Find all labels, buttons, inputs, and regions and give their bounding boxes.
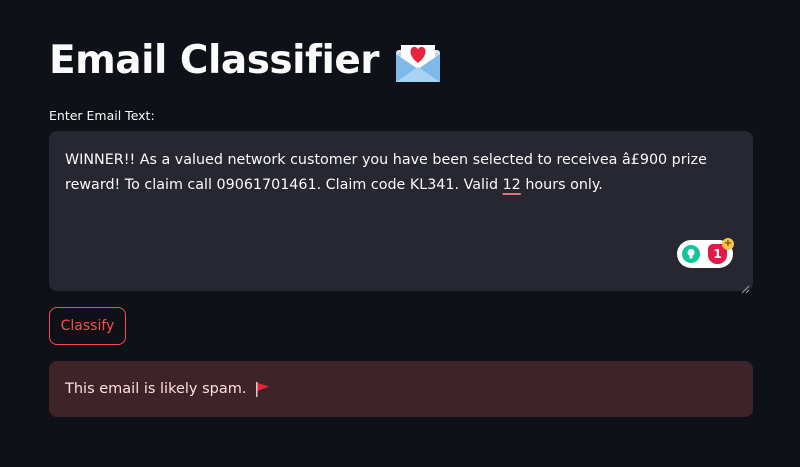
- resize-handle-icon[interactable]: [741, 279, 750, 294]
- grammarly-widget[interactable]: 1 +: [677, 238, 734, 268]
- result-alert: This email is likely spam.: [49, 361, 753, 417]
- result-message: This email is likely spam.: [65, 381, 247, 397]
- email-text-area[interactable]: WINNER!! As a valued network customer yo…: [49, 131, 753, 294]
- grammarly-count-value: 1: [713, 247, 722, 261]
- red-flag-icon: [254, 381, 270, 397]
- email-text-suffix: hours only.: [520, 177, 603, 193]
- page-title: Email Classifier: [49, 36, 443, 86]
- grammarly-suggestion-count[interactable]: 1 +: [708, 238, 734, 264]
- email-text-input[interactable]: WINNER!! As a valued network customer yo…: [49, 131, 753, 291]
- misspelled-word[interactable]: 12: [503, 177, 521, 193]
- email-text-prefix: WINNER!! As a valued network customer yo…: [65, 152, 707, 193]
- grammarly-plus-icon: +: [722, 238, 734, 250]
- page-title-text: Email Classifier: [49, 38, 380, 83]
- email-text-label: Enter Email Text:: [49, 108, 155, 123]
- classify-button[interactable]: Classify: [49, 307, 126, 345]
- grammarly-bulb-icon: [682, 245, 700, 263]
- love-letter-icon: [393, 36, 443, 86]
